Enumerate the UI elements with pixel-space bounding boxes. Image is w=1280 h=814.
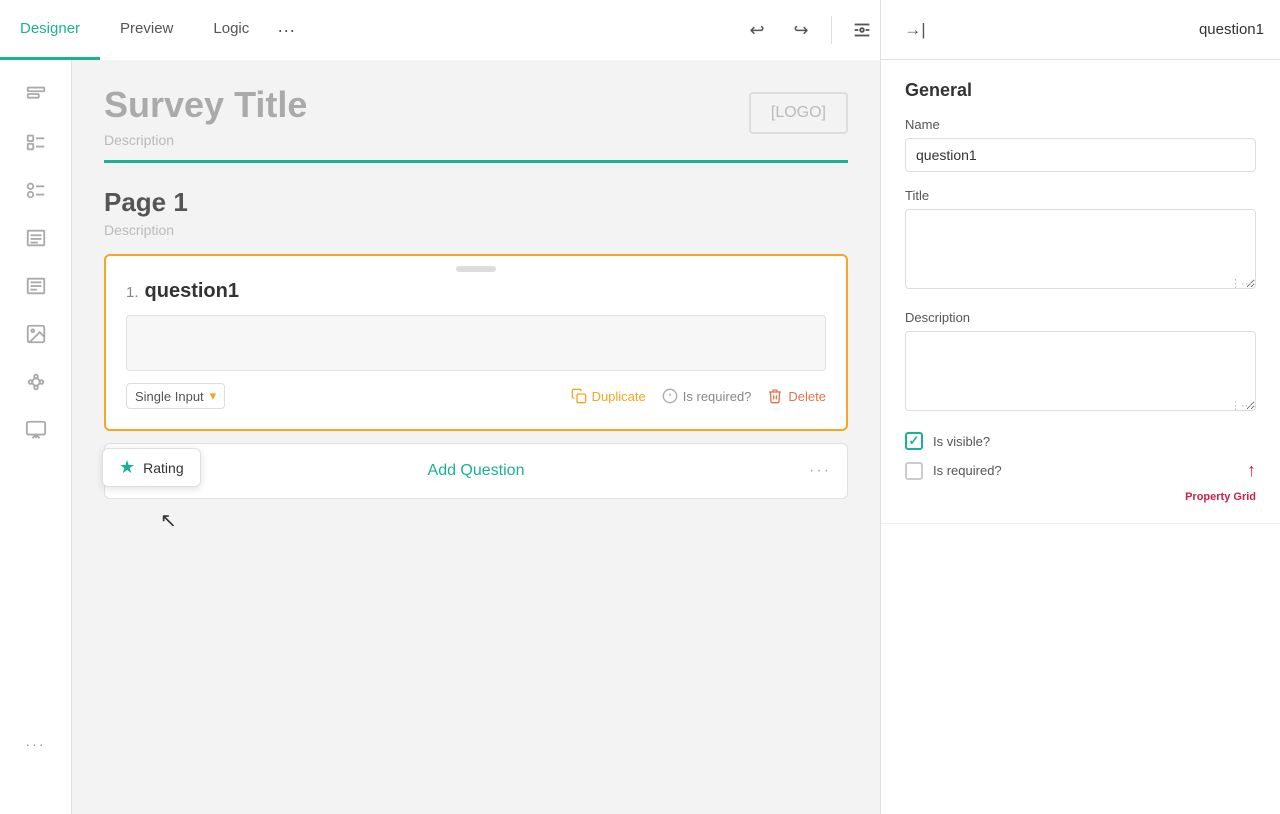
radio-icon (25, 179, 47, 201)
settings-icon (851, 19, 873, 41)
page-header: Page 1 Description (104, 187, 848, 238)
title-resize-handle: ⋮⋯ (1230, 277, 1252, 290)
question-type-dropdown-icon: ▾ (210, 388, 217, 404)
toolbox-item-checkbox[interactable] (12, 120, 60, 164)
toolbox-item-controls[interactable] (12, 360, 60, 404)
tab-designer[interactable]: Designer (0, 0, 100, 60)
toolbox-more-button[interactable]: ··· (26, 736, 46, 752)
survey-description[interactable]: Description (104, 132, 307, 148)
delete-question-button[interactable]: Delete (767, 388, 826, 404)
question-drag-handle[interactable] (456, 266, 496, 272)
is-visible-checkbox[interactable]: ✓ (905, 432, 923, 450)
redo-button[interactable]: ↪ (783, 12, 819, 48)
description-resize-handle: ⋮⋯ (1230, 399, 1252, 412)
description-textarea[interactable] (905, 331, 1256, 411)
title-textarea[interactable] (905, 209, 1256, 289)
toolbox-item-radio[interactable] (12, 168, 60, 212)
image-icon (25, 323, 47, 345)
survey-logo: [LOGO] (749, 92, 848, 134)
required-icon (662, 388, 678, 404)
right-panel-title: question1 (1199, 21, 1264, 38)
canvas-area: Survey Title Description [LOGO] Page 1 D… (72, 60, 880, 814)
long-text-2-icon (25, 275, 47, 297)
right-panel: General Name Title ⋮⋯ Description ⋮⋯ (880, 60, 1280, 814)
toolbox-sidebar: ··· ↑ Toolbox (0, 60, 72, 814)
is-visible-label: Is visible? (933, 434, 990, 449)
property-grid-annotation-label: Property Grid (1185, 491, 1256, 503)
add-question-button[interactable]: Add Question (428, 462, 525, 480)
add-question-card: Add Question ··· (104, 443, 848, 499)
name-input[interactable] (905, 138, 1256, 172)
rating-tooltip-label: Rating (143, 460, 183, 476)
long-text-1-icon (25, 227, 47, 249)
cursor-indicator: ↖ (160, 508, 177, 533)
title-field-group: Title ⋮⋯ (905, 188, 1256, 294)
toolbox-item-long-text-1[interactable] (12, 216, 60, 260)
media-icon (25, 419, 47, 441)
survey-divider (104, 160, 848, 163)
rating-star-icon: ★ (119, 457, 135, 478)
is-required-row: Is required? ↑ (905, 460, 1256, 481)
settings-button[interactable] (844, 12, 880, 48)
toolbox-item-media[interactable] (12, 408, 60, 452)
checkbox-icon (25, 131, 47, 153)
short-text-icon (25, 83, 47, 105)
toolbox-item-short-text[interactable] (12, 72, 60, 116)
collapse-right-panel-button[interactable]: →| (897, 12, 933, 48)
duplicate-question-button[interactable]: Duplicate (571, 388, 646, 404)
is-required-label: Is required? (933, 463, 1002, 478)
property-grid-arrow-icon: ↑ (1247, 460, 1256, 481)
question-type-label: Single Input (135, 389, 204, 404)
title-label: Title (905, 188, 1256, 203)
name-field-group: Name (905, 117, 1256, 172)
question-type-selector[interactable]: Single Input ▾ (126, 383, 225, 409)
tab-preview[interactable]: Preview (100, 0, 193, 60)
toolbox-item-long-text-2[interactable] (12, 264, 60, 308)
question-number: 1. (126, 284, 139, 301)
undo-button[interactable]: ↩ (739, 12, 775, 48)
right-panel-general-section: General Name Title ⋮⋯ Description ⋮⋯ (881, 60, 1280, 524)
description-field-group: Description ⋮⋯ (905, 310, 1256, 416)
is-visible-checkmark: ✓ (909, 433, 920, 449)
question-card: 1. question1 Single Input ▾ Duplicate (104, 254, 848, 431)
tabs-more-button[interactable]: ··· (269, 20, 303, 41)
nav-divider (831, 16, 832, 44)
page-description[interactable]: Description (104, 222, 848, 238)
question-title[interactable]: question1 (145, 280, 239, 303)
delete-icon (767, 388, 783, 404)
survey-title[interactable]: Survey Title (104, 84, 307, 126)
is-required-button[interactable]: Is required? (662, 388, 752, 404)
add-question-more-button[interactable]: ··· (809, 462, 831, 480)
question-actions: Single Input ▾ Duplicate Is required? (126, 383, 826, 409)
general-section-title: General (905, 80, 1256, 101)
question-input-area[interactable] (126, 315, 826, 371)
page-title[interactable]: Page 1 (104, 187, 848, 218)
toolbox-item-image[interactable] (12, 312, 60, 356)
is-visible-row: ✓ Is visible? (905, 432, 1256, 450)
description-label: Description (905, 310, 1256, 325)
rating-tooltip: ★ Rating (102, 448, 201, 487)
tab-logic[interactable]: Logic (193, 0, 269, 60)
survey-header: Survey Title Description [LOGO] (104, 84, 848, 163)
is-required-checkbox[interactable] (905, 462, 923, 480)
controls-icon (25, 371, 47, 393)
duplicate-icon (571, 388, 587, 404)
name-label: Name (905, 117, 1256, 132)
